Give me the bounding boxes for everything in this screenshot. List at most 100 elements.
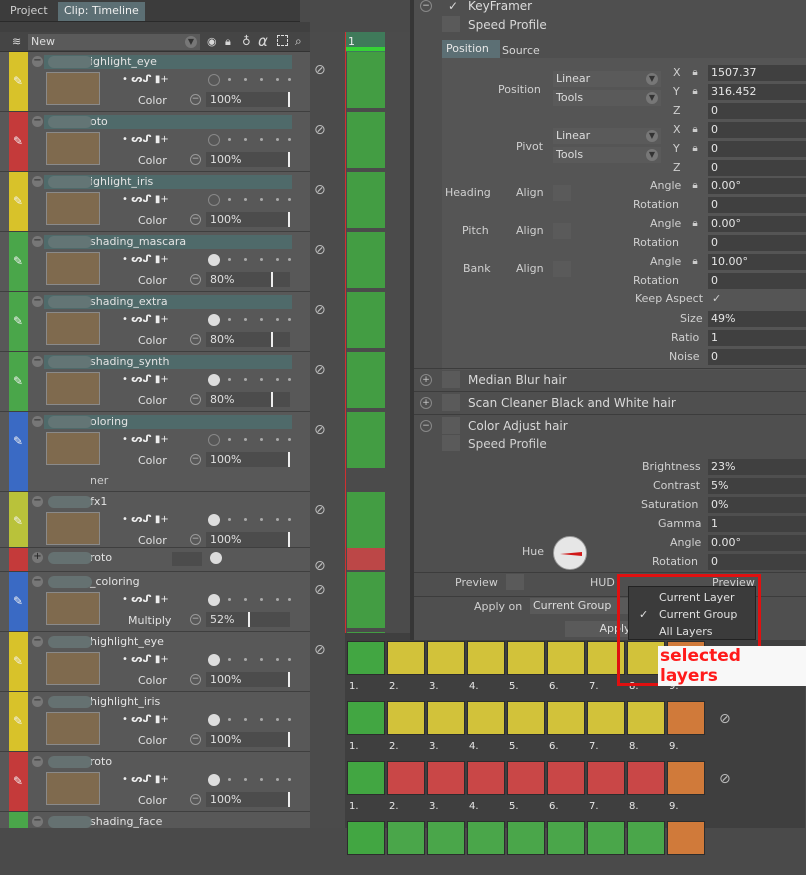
lock-icon[interactable]: 🔒︎: [690, 86, 700, 98]
toggle-dot[interactable]: [244, 378, 247, 381]
visibility-knob[interactable]: [208, 314, 220, 326]
pos-x-field[interactable]: 1507.37: [708, 65, 806, 81]
eye-icon[interactable]: ◉: [207, 35, 217, 48]
toggle-dot[interactable]: [260, 438, 263, 441]
blend-mode[interactable]: Color: [138, 274, 167, 287]
toggle-dot[interactable]: [244, 258, 247, 261]
opacity-slider-handle[interactable]: [288, 672, 290, 687]
layer-thumbnail[interactable]: [46, 192, 100, 225]
layer-mode-icons[interactable]: • ᔕᔑ ▮+: [122, 434, 169, 445]
bank-rotation-field[interactable]: 0: [708, 273, 806, 289]
layer-row[interactable]: ✎ − _coloring • ᔕᔑ ▮+ Multiply −52%: [0, 572, 310, 632]
lock-icon[interactable]: 🔒︎: [690, 256, 700, 268]
layer-mode-icons[interactable]: • ᔕᔑ ▮+: [122, 314, 169, 325]
opacity-field[interactable]: 100%: [206, 672, 290, 687]
layer-mode-icons[interactable]: • ᔕᔑ ▮+: [122, 654, 169, 665]
opacity-field[interactable]: 100%: [206, 792, 290, 807]
selection-icon[interactable]: [277, 35, 288, 46]
opacity-field[interactable]: 80%: [206, 332, 290, 347]
piv-x-field[interactable]: 0: [708, 122, 806, 138]
layer-mode-icons[interactable]: • ᔕᔑ ▮+: [122, 594, 169, 605]
timeline-cell[interactable]: [347, 492, 385, 548]
track-segment[interactable]: [627, 701, 665, 735]
opacity-field[interactable]: 80%: [206, 392, 290, 407]
blend-mode[interactable]: Multiply: [128, 614, 171, 627]
tag-icon[interactable]: ✎: [11, 254, 25, 268]
noise-field[interactable]: 0: [708, 349, 806, 365]
blend-mode[interactable]: Color: [138, 154, 167, 167]
track-segment[interactable]: [467, 641, 505, 675]
track-segment[interactable]: [507, 641, 545, 675]
toggle-dot[interactable]: [228, 598, 231, 601]
toggle-dot[interactable]: [288, 78, 291, 81]
position-tools-combo[interactable]: Tools ▼: [553, 90, 661, 106]
toggle-dot[interactable]: [244, 718, 247, 721]
toggle-dot[interactable]: [276, 318, 279, 321]
layer-row[interactable]: ✎ − shading_synth • ᔕᔑ ▮+ Color −80%: [0, 352, 310, 412]
track-segment[interactable]: [667, 761, 705, 795]
heading-angle-field[interactable]: 0.00°: [708, 178, 806, 194]
track-segment[interactable]: [467, 701, 505, 735]
lock-icon[interactable]: 🔒︎: [225, 35, 231, 49]
toggle-dot[interactable]: [260, 258, 263, 261]
visibility-knob[interactable]: [208, 514, 220, 526]
toggle-dot[interactable]: [288, 518, 291, 521]
visibility-knob[interactable]: [208, 194, 220, 206]
section-enable-checkbox[interactable]: [442, 417, 460, 434]
timeline-cell[interactable]: [347, 292, 385, 348]
toggle-dot[interactable]: [276, 378, 279, 381]
opacity-slider-handle[interactable]: [288, 212, 290, 227]
opacity-mini-field[interactable]: [172, 552, 202, 566]
toggle-dot[interactable]: [260, 718, 263, 721]
section-enable-checkbox[interactable]: [442, 371, 460, 388]
tag-icon[interactable]: ✎: [11, 74, 25, 88]
layer-row[interactable]: ✎ − shading_extra • ᔕᔑ ▮+ Color −80%: [0, 292, 310, 352]
track-segment[interactable]: [427, 761, 465, 795]
blend-mode[interactable]: Color: [138, 214, 167, 227]
toggle-dot[interactable]: [288, 438, 291, 441]
pitch-align-checkbox[interactable]: [553, 223, 571, 239]
layer-thumbnail[interactable]: [46, 72, 100, 105]
expand-icon[interactable]: +: [420, 397, 432, 409]
minus-icon[interactable]: −: [190, 734, 201, 745]
opacity-slider-handle[interactable]: [248, 612, 250, 627]
visibility-knob[interactable]: [208, 254, 220, 266]
tab-position[interactable]: Position: [442, 40, 500, 58]
section-scan[interactable]: + Scan Cleaner Black and White hair: [414, 391, 806, 413]
layer-mode-icons[interactable]: • ᔕᔑ ▮+: [122, 774, 169, 785]
toggle-dot[interactable]: [288, 198, 291, 201]
speed-profile-checkbox[interactable]: [442, 435, 460, 451]
opacity-slider-handle[interactable]: [288, 792, 290, 807]
timeline-cell[interactable]: [347, 412, 385, 468]
playhead-bar[interactable]: [345, 47, 385, 51]
opacity-slider-handle[interactable]: [288, 532, 290, 547]
toggle-dot[interactable]: [228, 138, 231, 141]
collapse-icon[interactable]: −: [32, 356, 43, 367]
toggle-dot[interactable]: [244, 438, 247, 441]
toggle-dot[interactable]: [260, 658, 263, 661]
toggle-dot[interactable]: [260, 378, 263, 381]
tag-icon[interactable]: ✎: [11, 434, 25, 448]
layer-thumbnail[interactable]: [46, 512, 100, 545]
opacity-slider-handle[interactable]: [271, 272, 273, 287]
minus-icon[interactable]: −: [190, 534, 201, 545]
track-segment[interactable]: [427, 821, 465, 855]
layer-thumbnail[interactable]: [46, 132, 100, 165]
minus-icon[interactable]: −: [190, 334, 201, 345]
tab-clip-timeline[interactable]: Clip: Timeline: [58, 2, 145, 21]
piv-y-field[interactable]: 0: [708, 141, 806, 157]
opacity-field[interactable]: 100%: [206, 152, 290, 167]
expand-icon[interactable]: +: [420, 374, 432, 386]
tag-icon[interactable]: ✎: [11, 714, 25, 728]
collapse-icon[interactable]: −: [32, 696, 43, 707]
layer-row[interactable]: ✎ − ighlight_iris • ᔕᔑ ▮+ Color −100%: [0, 172, 310, 232]
toggle-dot[interactable]: [228, 258, 231, 261]
track-segment[interactable]: [667, 821, 705, 855]
toggle-dot[interactable]: [228, 658, 231, 661]
toggle-dot[interactable]: [244, 198, 247, 201]
track-segment[interactable]: [667, 701, 705, 735]
toggle-dot[interactable]: [288, 658, 291, 661]
heading-align-checkbox[interactable]: [553, 185, 571, 201]
track-segment[interactable]: [467, 761, 505, 795]
collapse-icon[interactable]: −: [32, 176, 43, 187]
